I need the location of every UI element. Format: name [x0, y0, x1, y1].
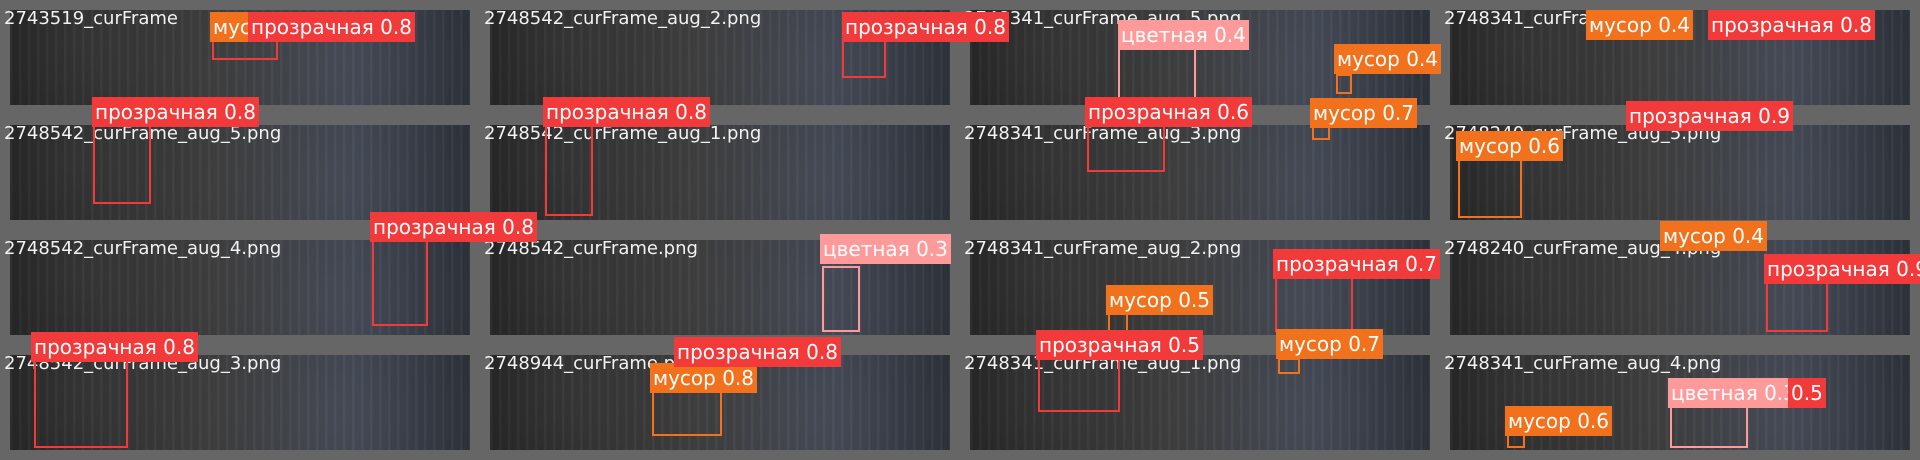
- detection-label: прозрачная 0.8: [1708, 10, 1875, 40]
- image-filename: 2748341_curFrame_aug_4.png: [1444, 353, 1722, 374]
- detection-label: прозрачная 0.9: [1626, 101, 1793, 131]
- detection-box[interactable]: [652, 386, 722, 436]
- image-filename: 2748542_curFrame_aug_2.png: [484, 8, 762, 29]
- detection-box[interactable]: [822, 266, 860, 332]
- detection-label: прозрачная 0.8: [674, 337, 841, 367]
- detection-label: мусор 0.4: [1586, 10, 1694, 40]
- image-filename: 2748542_curFrame_aug_4.png: [4, 238, 282, 259]
- detection-box[interactable]: [1336, 74, 1352, 94]
- detection-label: прозрачная 0.9: [1764, 254, 1920, 284]
- detection-label: мусор 0.7: [1310, 98, 1418, 128]
- detection-box[interactable]: [545, 112, 593, 216]
- detection-label: мусор 0.6: [1505, 406, 1613, 436]
- detection-label: прозрачная 0.6: [1085, 97, 1252, 127]
- detection-label: цветная 0.3: [1668, 378, 1799, 408]
- detection-label: прозрачная 0.8: [92, 97, 259, 127]
- detection-label: прозрачная 0.7: [1273, 249, 1440, 279]
- detection-label: прозрачная 0.8: [842, 12, 1009, 42]
- image-tile[interactable]: 2748341_curFrame_aug_1.png: [960, 345, 1440, 460]
- detection-box[interactable]: [34, 350, 128, 448]
- detection-label: мусор 0.4: [1660, 221, 1768, 251]
- detection-label: цветная 0.4: [1118, 20, 1249, 50]
- detection-label: прозрачная 0.8: [370, 212, 537, 242]
- detection-label: прозрачная 0.8: [248, 12, 415, 42]
- detection-label: цветная 0.3: [820, 234, 951, 264]
- detection-label: мусор 0.6: [1456, 131, 1564, 161]
- detection-label: 0.5: [1788, 378, 1826, 408]
- detection-label: мусор 0.7: [1276, 329, 1384, 359]
- detection-label: прозрачная 0.8: [31, 332, 198, 362]
- detection-label: прозрачная 0.8: [543, 97, 710, 127]
- detection-label: мусор 0.4: [1334, 44, 1442, 74]
- detection-label: прозрачная 0.5: [1036, 330, 1203, 360]
- image-tile[interactable]: 2748341_curFrame_aug_3.png: [960, 115, 1440, 230]
- detection-grid: 2743519_curFrame мусор 0.5 прозрачная 0.8 2…: [0, 0, 1920, 460]
- image-filename: 2748341_curFrame_aug_2.png: [964, 238, 1242, 259]
- detection-label: мусор 0.5: [1106, 285, 1214, 315]
- detection-box[interactable]: [1278, 358, 1300, 374]
- detection-box[interactable]: [1038, 356, 1120, 412]
- detection-box[interactable]: [1507, 434, 1525, 448]
- image-filename: 2743519_curFrame: [4, 8, 178, 29]
- detection-label: мусор 0.8: [650, 363, 758, 393]
